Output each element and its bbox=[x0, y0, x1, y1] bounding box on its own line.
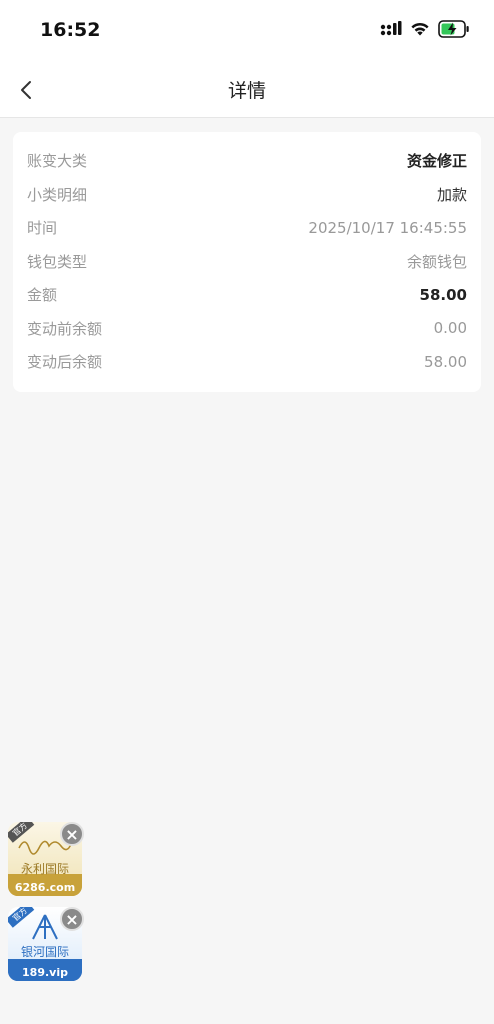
row-value: 余额钱包 bbox=[406, 252, 467, 271]
row-value: 资金修正 bbox=[406, 152, 467, 171]
row-value: 58.00 bbox=[419, 285, 467, 304]
row-label: 小类明细 bbox=[27, 185, 88, 204]
detail-card: 账变大类 资金修正 小类明细 加款 时间 2025/10/17 16:45:55… bbox=[13, 132, 481, 392]
detail-row-amount: 金额 58.00 bbox=[27, 278, 467, 312]
row-value: 58.00 bbox=[424, 352, 467, 371]
row-label: 账变大类 bbox=[27, 152, 88, 171]
row-label: 钱包类型 bbox=[27, 252, 88, 271]
detail-row-wallet-type: 钱包类型 余额钱包 bbox=[27, 245, 467, 279]
ad-logo-icon bbox=[32, 914, 58, 940]
detail-row-time: 时间 2025/10/17 16:45:55 bbox=[27, 211, 467, 245]
battery-charging-icon bbox=[438, 20, 469, 38]
row-label: 变动前余额 bbox=[27, 319, 103, 338]
row-value: 2025/10/17 16:45:55 bbox=[308, 218, 467, 237]
status-icons bbox=[380, 20, 470, 38]
row-label: 金额 bbox=[27, 286, 58, 305]
ad-name: 永利国际 bbox=[20, 862, 69, 876]
row-label: 时间 bbox=[27, 219, 58, 238]
nav-bar: 详情 bbox=[0, 62, 494, 118]
cellular-signal-icon bbox=[380, 21, 402, 36]
ad-name: 银河国际 bbox=[20, 945, 69, 959]
detail-row-subcategory: 小类明细 加款 bbox=[27, 178, 467, 212]
row-label: 变动后余额 bbox=[27, 353, 103, 372]
ad-1-close-button[interactable]: × bbox=[60, 822, 84, 846]
status-bar: 16:52 bbox=[0, 0, 494, 62]
detail-row-balance-before: 变动前余额 0.00 bbox=[27, 312, 467, 346]
ad-domain: 6286.com bbox=[8, 879, 82, 896]
status-time: 16:52 bbox=[40, 19, 101, 41]
row-value: 加款 bbox=[436, 185, 467, 204]
wifi-icon bbox=[411, 22, 429, 36]
detail-row-category: 账变大类 资金修正 bbox=[27, 144, 467, 178]
page-title: 详情 bbox=[227, 80, 266, 102]
ad-domain: 189.vip bbox=[8, 964, 82, 981]
detail-row-balance-after: 变动后余额 58.00 bbox=[27, 345, 467, 379]
row-value: 0.00 bbox=[433, 319, 467, 338]
ad-2-close-button[interactable]: × bbox=[60, 907, 84, 931]
